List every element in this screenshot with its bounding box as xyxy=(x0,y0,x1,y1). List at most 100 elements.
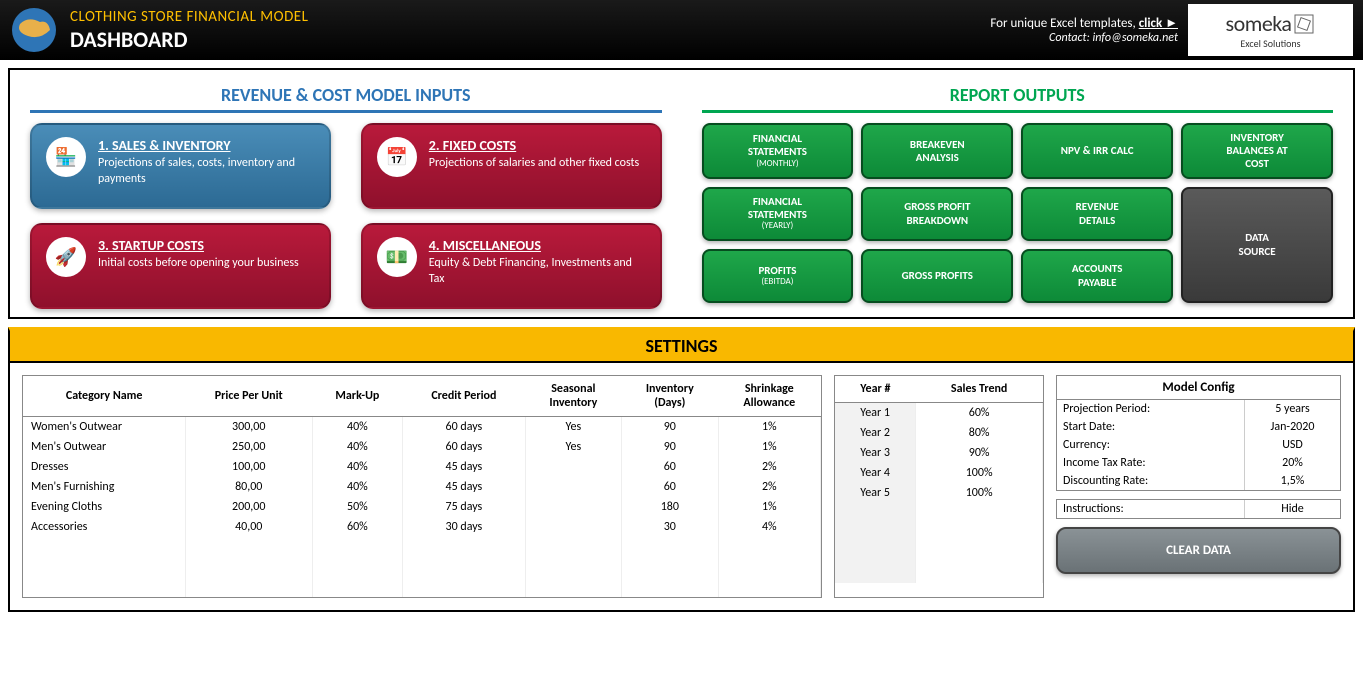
table-row[interactable]: Men's Outwear250,0040%60 daysYes901% xyxy=(23,437,821,457)
cell[interactable]: 100% xyxy=(916,463,1043,483)
cell[interactable]: 80% xyxy=(916,423,1043,443)
cell[interactable]: 90 xyxy=(622,417,718,438)
cell[interactable]: 90 xyxy=(622,437,718,457)
cell[interactable]: 180 xyxy=(622,497,718,517)
cell[interactable] xyxy=(718,537,820,557)
cell[interactable] xyxy=(185,577,312,597)
cell[interactable] xyxy=(185,537,312,557)
cta-link[interactable]: click ► xyxy=(1139,16,1178,31)
cell[interactable]: 50% xyxy=(312,497,403,517)
cell[interactable]: 1% xyxy=(718,497,820,517)
cell[interactable]: 40% xyxy=(312,457,403,477)
cell[interactable]: 200,00 xyxy=(185,497,312,517)
cell[interactable]: Yes xyxy=(525,417,621,438)
cell[interactable] xyxy=(835,543,916,563)
cell[interactable] xyxy=(525,577,621,597)
cell[interactable] xyxy=(525,497,621,517)
table-row[interactable]: Accessories40,0060%30 days304% xyxy=(23,517,821,537)
cell[interactable]: 2% xyxy=(718,477,820,497)
cell[interactable] xyxy=(185,557,312,577)
cell[interactable]: 2% xyxy=(718,457,820,477)
cell[interactable] xyxy=(312,557,403,577)
cell[interactable]: 4% xyxy=(718,517,820,537)
config-value[interactable]: 20% xyxy=(1245,454,1340,472)
btn-gross-profits[interactable]: GROSS PROFITS xyxy=(861,249,1013,303)
cell[interactable]: Women's Outwear xyxy=(23,417,185,438)
input-card-1[interactable]: 🏪 1. SALES & INVENTORY Projections of sa… xyxy=(30,123,331,209)
input-card-3[interactable]: 🚀 3. STARTUP COSTS Initial costs before … xyxy=(30,223,331,309)
cell[interactable] xyxy=(23,537,185,557)
config-value[interactable]: 1,5% xyxy=(1245,472,1340,490)
cell[interactable] xyxy=(525,457,621,477)
cell[interactable]: 45 days xyxy=(403,477,525,497)
config-value[interactable]: 5 years xyxy=(1245,400,1340,418)
btn-npv-irr[interactable]: NPV & IRR CALC xyxy=(1021,123,1173,179)
cell[interactable]: 60 xyxy=(622,457,718,477)
cell[interactable] xyxy=(916,523,1043,543)
cell[interactable]: Evening Cloths xyxy=(23,497,185,517)
cell[interactable] xyxy=(312,577,403,597)
cell[interactable] xyxy=(916,503,1043,523)
config-value[interactable]: USD xyxy=(1245,436,1340,454)
btn-accounts-payable[interactable]: ACCOUNTSPAYABLE xyxy=(1021,249,1173,303)
table-row[interactable]: Year 4100% xyxy=(835,463,1043,483)
cell[interactable]: 60 days xyxy=(403,437,525,457)
btn-fin-monthly[interactable]: FINANCIALSTATEMENTS(MONTHLY) xyxy=(702,123,854,179)
cell[interactable] xyxy=(403,537,525,557)
cell[interactable]: Year 1 xyxy=(835,403,916,424)
cell[interactable]: Year 4 xyxy=(835,463,916,483)
cell[interactable] xyxy=(23,557,185,577)
cell[interactable] xyxy=(835,523,916,543)
cell[interactable] xyxy=(835,563,916,583)
cell[interactable]: 40,00 xyxy=(185,517,312,537)
table-row[interactable] xyxy=(835,543,1043,563)
cell[interactable]: 30 xyxy=(622,517,718,537)
cell[interactable] xyxy=(525,557,621,577)
btn-gross-breakdown[interactable]: GROSS PROFITBREAKDOWN xyxy=(861,187,1013,241)
table-row[interactable] xyxy=(23,557,821,577)
table-row[interactable]: Year 390% xyxy=(835,443,1043,463)
cell[interactable]: Year 3 xyxy=(835,443,916,463)
table-row[interactable] xyxy=(835,523,1043,543)
cell[interactable] xyxy=(718,577,820,597)
cell[interactable]: Accessories xyxy=(23,517,185,537)
cell[interactable]: Year 2 xyxy=(835,423,916,443)
cell[interactable]: 80,00 xyxy=(185,477,312,497)
config-value[interactable]: Jan-2020 xyxy=(1245,418,1340,436)
cell[interactable] xyxy=(718,557,820,577)
cell[interactable] xyxy=(525,477,621,497)
cell[interactable] xyxy=(916,543,1043,563)
cell[interactable] xyxy=(312,537,403,557)
cell[interactable]: 1% xyxy=(718,417,820,438)
table-row[interactable]: Year 5100% xyxy=(835,483,1043,503)
btn-data-source[interactable]: DATASOURCE xyxy=(1181,187,1333,303)
cell[interactable]: 60% xyxy=(312,517,403,537)
input-card-4[interactable]: 💵 4. MISCELLANEOUS Equity & Debt Financi… xyxy=(361,223,662,309)
table-row[interactable]: Year 160% xyxy=(835,403,1043,424)
instructions-value[interactable]: Hide xyxy=(1245,500,1340,518)
cell[interactable]: 40% xyxy=(312,437,403,457)
table-row[interactable] xyxy=(835,503,1043,523)
clear-data-button[interactable]: CLEAR DATA xyxy=(1056,527,1341,574)
btn-breakeven[interactable]: BREAKEVENANALYSIS xyxy=(861,123,1013,179)
cell[interactable]: 60% xyxy=(916,403,1043,424)
cell[interactable]: 300,00 xyxy=(185,417,312,438)
cell[interactable]: 250,00 xyxy=(185,437,312,457)
btn-revenue-details[interactable]: REVENUEDETAILS xyxy=(1021,187,1173,241)
table-row[interactable]: Dresses100,0040%45 days602% xyxy=(23,457,821,477)
cell[interactable] xyxy=(403,557,525,577)
btn-profits[interactable]: PROFITS(EBITDA) xyxy=(702,249,854,303)
btn-fin-yearly[interactable]: FINANCIALSTATEMENTS(YEARLY) xyxy=(702,187,854,241)
cell[interactable] xyxy=(622,537,718,557)
cell[interactable]: Dresses xyxy=(23,457,185,477)
cell[interactable] xyxy=(23,577,185,597)
cell[interactable] xyxy=(622,577,718,597)
cell[interactable]: 45 days xyxy=(403,457,525,477)
cell[interactable]: Yes xyxy=(525,437,621,457)
table-row[interactable]: Evening Cloths200,0050%75 days 1801% xyxy=(23,497,821,517)
cell[interactable]: Men's Furnishing xyxy=(23,477,185,497)
cell[interactable]: 40% xyxy=(312,417,403,438)
cell[interactable]: 75 days xyxy=(403,497,525,517)
cell[interactable]: Year 5 xyxy=(835,483,916,503)
table-row[interactable]: Year 280% xyxy=(835,423,1043,443)
